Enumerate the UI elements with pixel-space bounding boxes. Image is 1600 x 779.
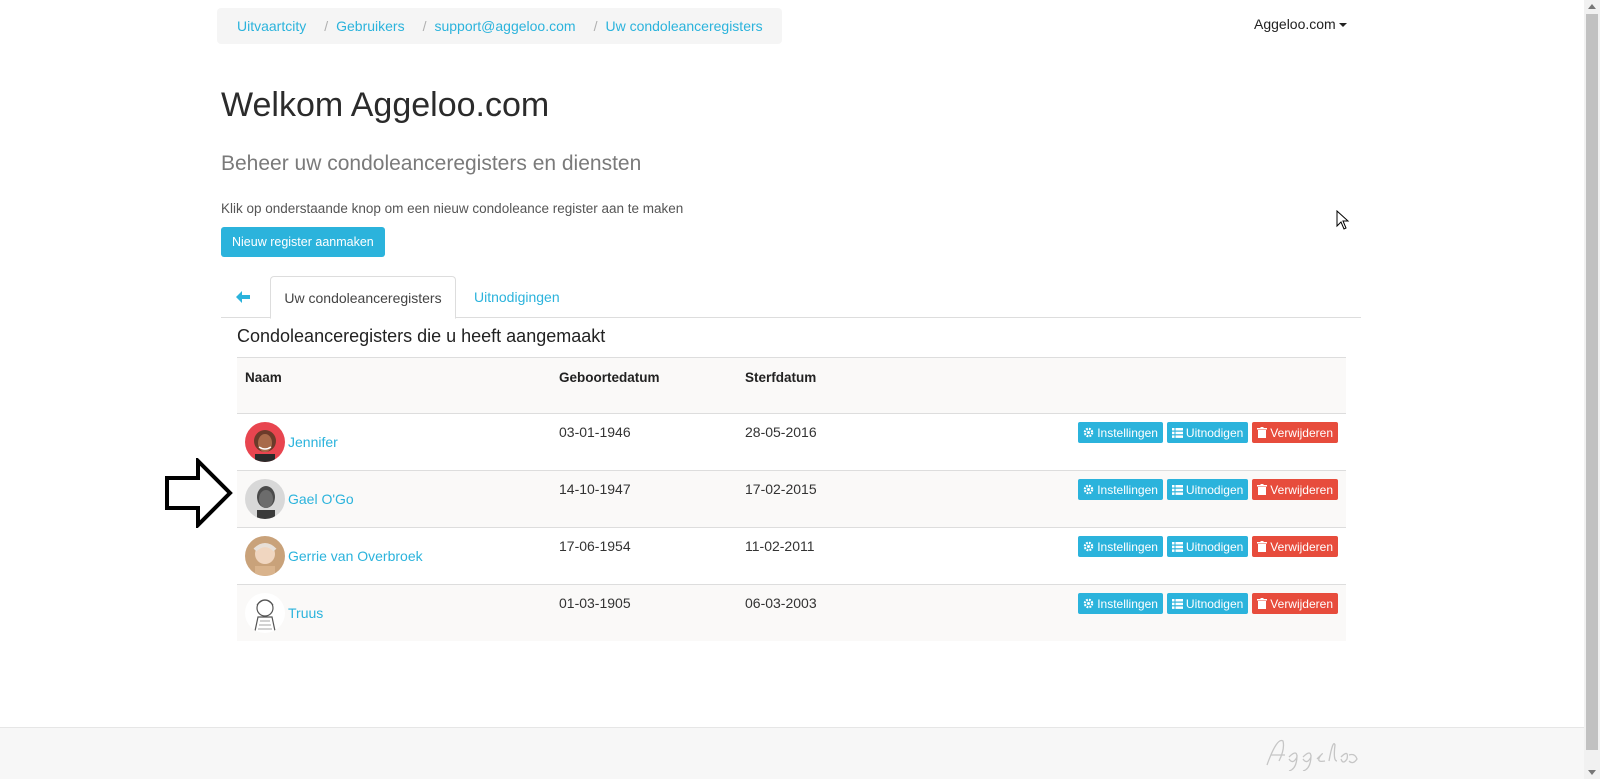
delete-button[interactable]: Verwijderen — [1252, 536, 1338, 557]
gear-icon — [1083, 541, 1094, 552]
invite-button[interactable]: Uitnodigen — [1166, 422, 1249, 443]
vertical-scrollbar[interactable] — [1584, 0, 1600, 779]
aggeloo-logo — [1266, 739, 1358, 771]
delete-button[interactable]: Verwijderen — [1252, 593, 1338, 614]
row-actions: Instellingen Uitnodigen Verwijderen — [1078, 536, 1338, 557]
arrow-left-icon — [236, 291, 250, 303]
trash-icon — [1257, 598, 1268, 609]
mouse-cursor-icon — [1336, 210, 1350, 230]
list-icon — [1171, 427, 1183, 438]
delete-button[interactable]: Verwijderen — [1252, 479, 1338, 500]
settings-button[interactable]: Instellingen — [1078, 536, 1163, 557]
avatar — [245, 422, 285, 462]
account-label: Aggeloo.com — [1254, 16, 1336, 32]
death-date: 28-05-2016 — [745, 424, 817, 440]
tab-uitnodigingen[interactable]: Uitnodigingen — [474, 276, 560, 318]
table-row: Gerrie van Overbroek 17-06-1954 11-02-20… — [237, 527, 1346, 584]
settings-button[interactable]: Instellingen — [1078, 593, 1163, 614]
delete-label: Verwijderen — [1270, 482, 1333, 497]
settings-label: Instellingen — [1097, 596, 1158, 611]
table-header: Naam Geboortedatum Sterfdatum — [237, 357, 1346, 413]
registers-table: Naam Geboortedatum Sterfdatum Jennifer 0… — [237, 357, 1346, 641]
scrollbar-thumb[interactable] — [1586, 14, 1598, 750]
row-actions: Instellingen Uitnodigen Verwijderen — [1078, 422, 1338, 443]
tabs: Uw condoleanceregisters Uitnodigingen — [221, 276, 1361, 319]
death-date: 11-02-2011 — [745, 538, 815, 554]
page-subtitle: Beheer uw condoleanceregisters en dienst… — [221, 152, 642, 175]
breadcrumb-condoleanceregisters[interactable]: Uw condoleanceregisters — [605, 18, 762, 34]
delete-label: Verwijderen — [1270, 539, 1333, 554]
gear-icon — [1083, 484, 1094, 495]
gear-icon — [1083, 598, 1094, 609]
delete-label: Verwijderen — [1270, 425, 1333, 440]
settings-button[interactable]: Instellingen — [1078, 479, 1163, 500]
delete-label: Verwijderen — [1270, 596, 1333, 611]
breadcrumb-separator: / — [593, 18, 598, 34]
scroll-down-icon[interactable] — [1588, 770, 1596, 775]
avatar — [245, 479, 285, 519]
settings-button[interactable]: Instellingen — [1078, 422, 1163, 443]
birth-date: 01-03-1905 — [559, 595, 631, 611]
scroll-up-icon[interactable] — [1588, 4, 1596, 9]
gear-icon — [1083, 427, 1094, 438]
table-row: Truus 01-03-1905 06-03-2003 Instellingen… — [237, 584, 1346, 641]
list-icon — [1171, 484, 1183, 495]
register-name-link[interactable]: Gael O'Go — [288, 491, 354, 507]
register-name-link[interactable]: Jennifer — [288, 434, 338, 450]
header-birth: Geboortedatum — [559, 370, 660, 385]
birth-date: 14-10-1947 — [559, 481, 631, 497]
invite-label: Uitnodigen — [1185, 539, 1244, 554]
breadcrumb-separator: / — [422, 18, 427, 34]
trash-icon — [1257, 427, 1268, 438]
trash-icon — [1257, 541, 1268, 552]
breadcrumb-uitvaartcity[interactable]: Uitvaartcity — [237, 18, 306, 34]
list-icon — [1171, 541, 1183, 552]
account-menu[interactable]: Aggeloo.com — [1254, 16, 1347, 32]
table-row: Gael O'Go 14-10-1947 17-02-2015 Instelli… — [237, 470, 1346, 527]
settings-label: Instellingen — [1097, 482, 1158, 497]
invite-label: Uitnodigen — [1185, 482, 1244, 497]
annotation-arrow-icon — [165, 458, 233, 528]
invite-label: Uitnodigen — [1185, 596, 1244, 611]
settings-label: Instellingen — [1097, 539, 1158, 554]
new-register-button[interactable]: Nieuw register aanmaken — [221, 227, 385, 257]
breadcrumb-gebruikers[interactable]: Gebruikers — [336, 18, 404, 34]
death-date: 06-03-2003 — [745, 595, 817, 611]
chevron-down-icon — [1338, 23, 1347, 28]
table-row: Jennifer 03-01-1946 28-05-2016 Instellin… — [237, 413, 1346, 470]
breadcrumb: Uitvaartcity / Gebruikers / support@agge… — [217, 8, 782, 44]
register-name-link[interactable]: Gerrie van Overbroek — [288, 548, 423, 564]
trash-icon — [1257, 484, 1268, 495]
settings-label: Instellingen — [1097, 425, 1158, 440]
list-icon — [1171, 598, 1183, 609]
avatar — [245, 593, 285, 633]
death-date: 17-02-2015 — [745, 481, 817, 497]
invite-button[interactable]: Uitnodigen — [1166, 479, 1249, 500]
section-title: Condoleanceregisters die u heeft aangema… — [237, 326, 606, 346]
page: Uitvaartcity / Gebruikers / support@agge… — [0, 0, 1584, 779]
page-title: Welkom Aggeloo.com — [221, 86, 550, 124]
birth-date: 03-01-1946 — [559, 424, 631, 440]
invite-button[interactable]: Uitnodigen — [1166, 593, 1249, 614]
row-actions: Instellingen Uitnodigen Verwijderen — [1078, 593, 1338, 614]
row-actions: Instellingen Uitnodigen Verwijderen — [1078, 479, 1338, 500]
tab-back[interactable] — [223, 276, 263, 318]
instruction-text: Klik op onderstaande knop om een nieuw c… — [221, 201, 684, 216]
avatar — [245, 536, 285, 576]
footer — [0, 727, 1584, 779]
breadcrumb-separator: / — [324, 18, 329, 34]
header-death: Sterfdatum — [745, 370, 817, 385]
invite-button[interactable]: Uitnodigen — [1166, 536, 1249, 557]
invite-label: Uitnodigen — [1185, 425, 1244, 440]
birth-date: 17-06-1954 — [559, 538, 631, 554]
register-name-link[interactable]: Truus — [288, 605, 323, 621]
header-name: Naam — [245, 370, 282, 385]
delete-button[interactable]: Verwijderen — [1252, 422, 1338, 443]
tab-condoleanceregisters[interactable]: Uw condoleanceregisters — [270, 276, 456, 319]
breadcrumb-user-email[interactable]: support@aggeloo.com — [434, 18, 575, 34]
